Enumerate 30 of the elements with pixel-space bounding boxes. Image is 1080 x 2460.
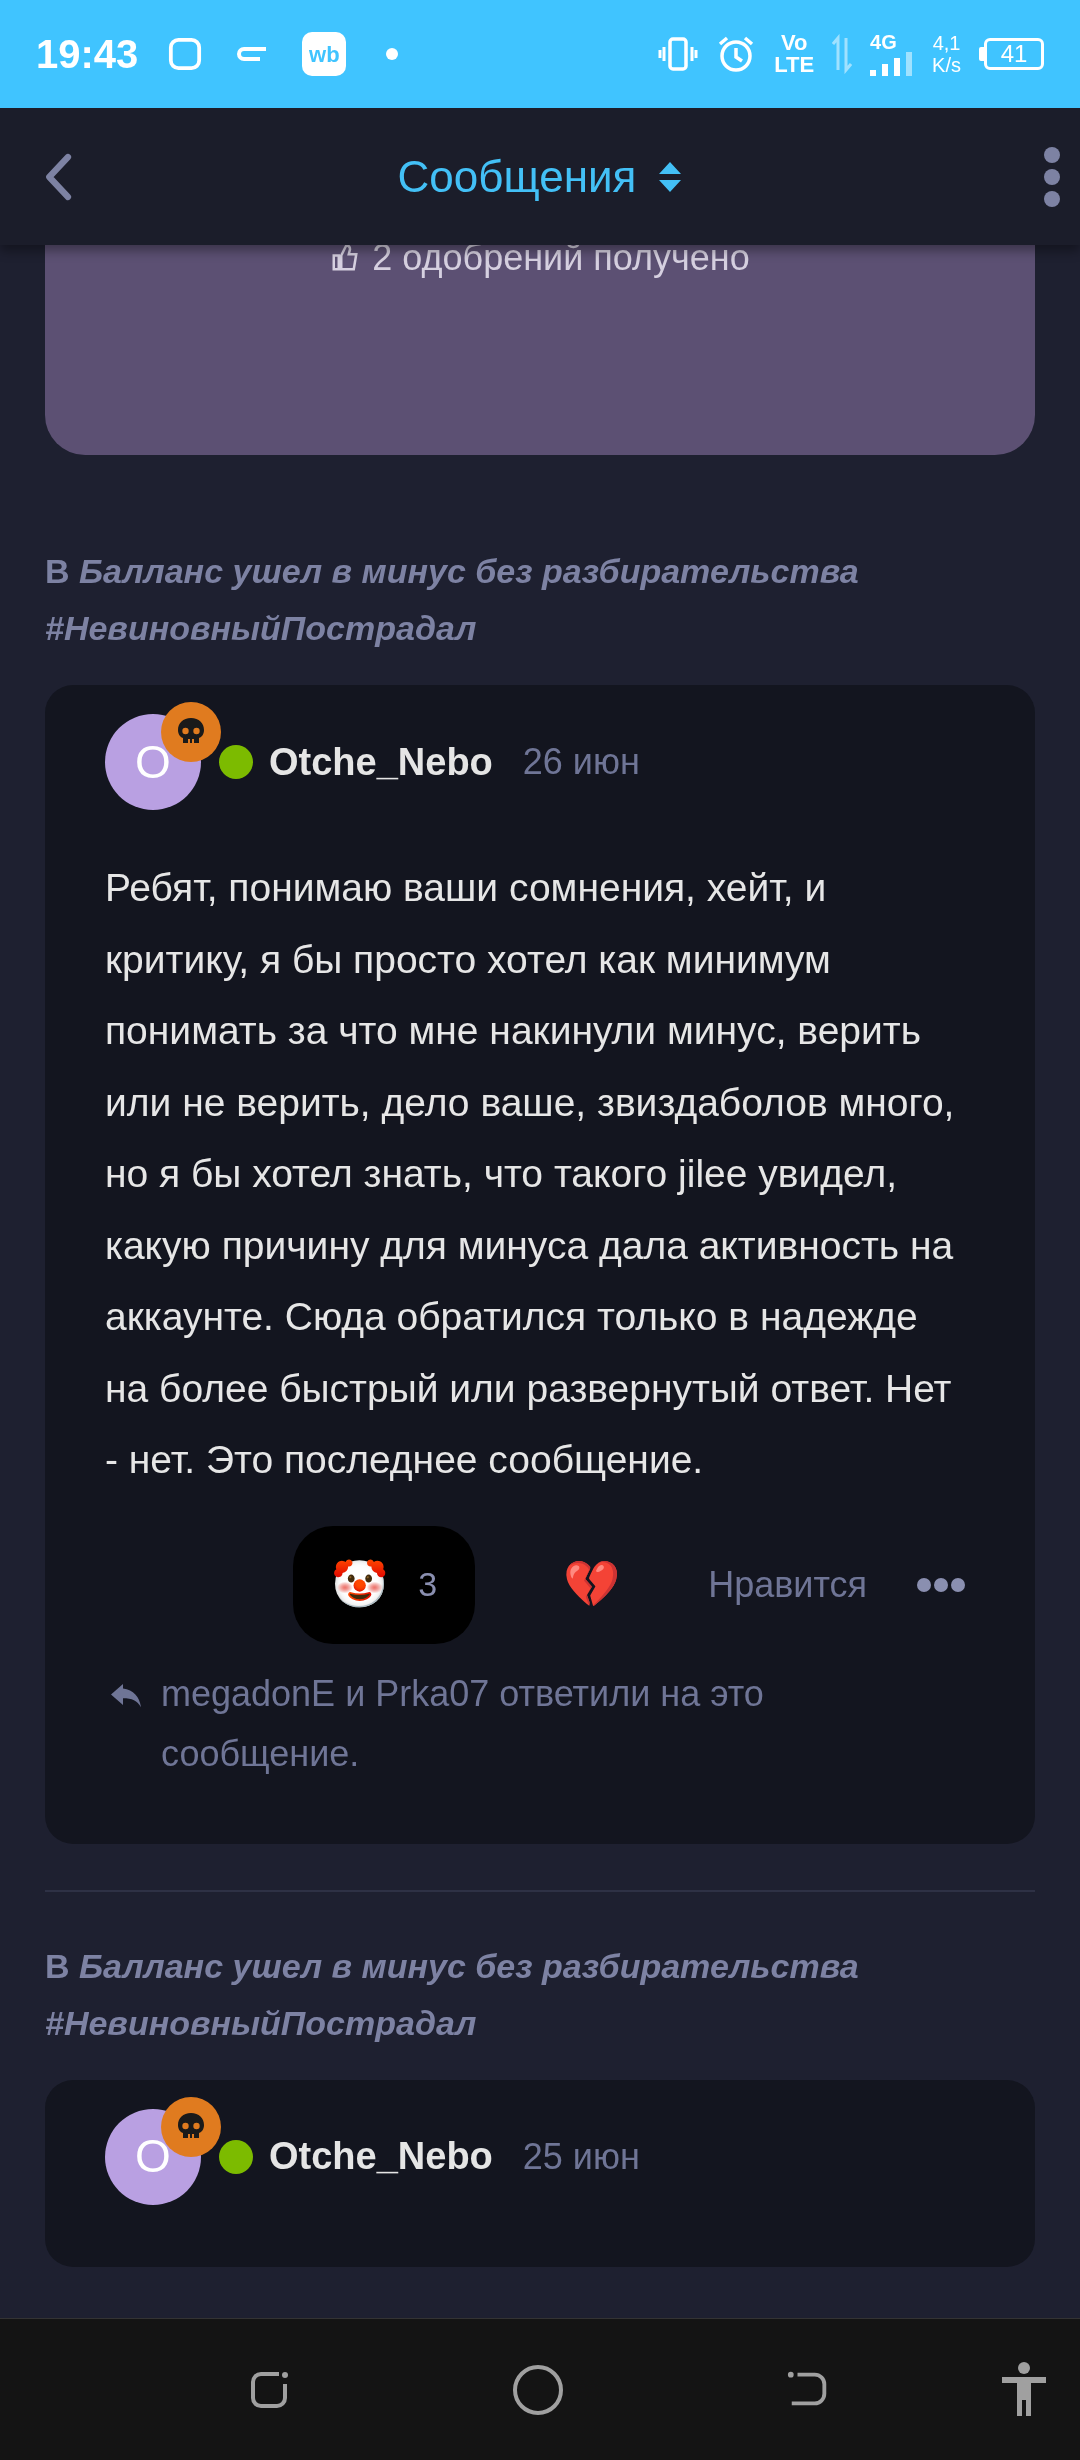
app-badge: wb (302, 32, 347, 76)
speed-value: 4,1 (932, 32, 961, 54)
screen-title[interactable]: Сообщения (397, 143, 637, 210)
vibrate-icon (658, 34, 699, 74)
author-name[interactable]: Otche_Nebo (269, 733, 493, 791)
data-arrows-icon (832, 34, 853, 74)
signal-icon (870, 52, 915, 76)
reaction-button[interactable]: 🤡 3 (293, 1525, 476, 1644)
more-icon[interactable] (917, 1577, 965, 1592)
replies-note[interactable]: megadonE и Prka07 ответили на это сообщение. (161, 1663, 901, 1784)
thread-title[interactable]: В Балланс ушел в минус без разбирательства #НевиновныйПострадал (0, 1937, 1080, 2052)
message-text: Ребят, понимаю ваши сомнения, хейт, и критику, я бы просто хотел как минимум понимать за что мне накинули минус, верить или не верить, дело ваше, звиздаболов много, но я бы хотел знать, что такого jilee увидел, какую причину для минуса дала активность на аккаунте. Сюда обратился только в надежде на более быстрый или развернутый ответ. Нет - нет. Это последнее сообщение. (105, 865, 956, 1483)
author-name[interactable]: Otche_Nebo (269, 2128, 493, 2185)
approval-count: 2 одобрений получено (372, 236, 750, 280)
reaction-button[interactable]: 💔 (525, 1525, 659, 1644)
thumbs-up-icon (330, 243, 361, 273)
battery-cap-icon (979, 47, 984, 61)
battery-indicator: 41 (984, 38, 1044, 70)
like-button[interactable]: Нравится (708, 1557, 867, 1612)
thread-title[interactable]: В Балланс ушел в минус без разбирательства #НевиновныйПострадал (0, 543, 1080, 657)
speed-unit: K/s (932, 54, 961, 76)
clock: 19:43 (36, 31, 139, 78)
home-icon[interactable] (512, 2363, 564, 2416)
post-date: 26 июн (522, 740, 640, 784)
post-date: 25 июн (522, 2134, 640, 2179)
more-vertical-icon[interactable] (1042, 146, 1062, 207)
volte-label: LTE (774, 54, 815, 76)
accessibility-icon[interactable] (1000, 2361, 1048, 2418)
network-label: 4G (870, 32, 897, 52)
volte-label: Vo (780, 32, 808, 54)
